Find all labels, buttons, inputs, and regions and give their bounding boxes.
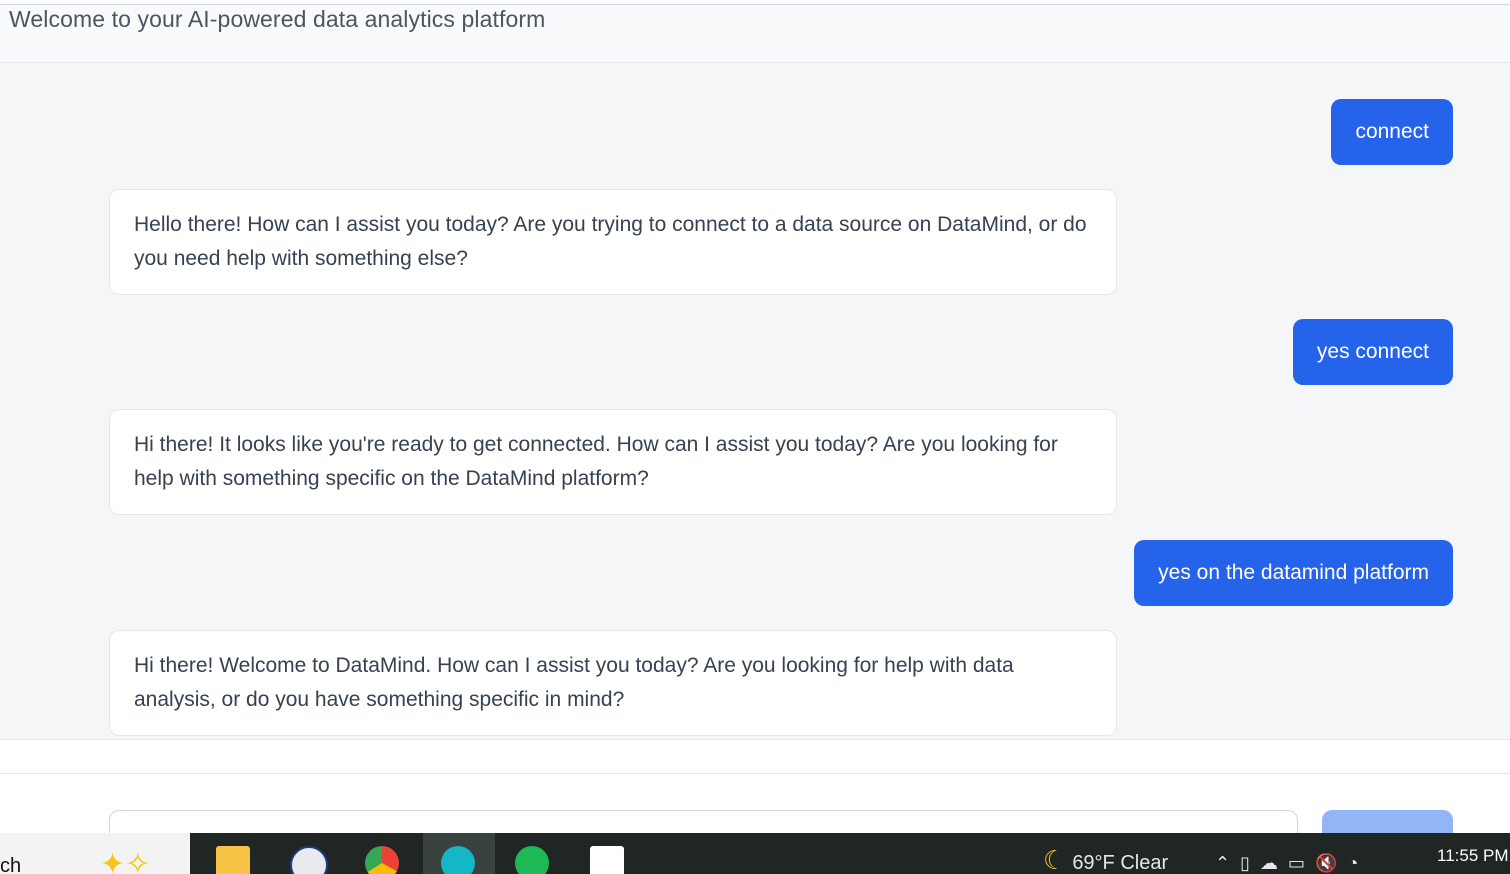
cloud-icon[interactable]: ☁ [1260,853,1288,873]
dhs-seal-icon[interactable] [290,846,328,874]
taskbar-clock[interactable]: 11:55 PM [1437,846,1509,866]
taskbar-search[interactable]: ch ✦✧ [0,833,190,874]
sparkle-icon: ✦✧ [100,848,151,874]
assistant-message: Hi there! Welcome to DataMind. How can I… [109,630,1117,736]
chrome-icon[interactable] [365,846,399,874]
weather-condition: Clear [1120,852,1169,874]
user-message: connect [1331,99,1453,165]
taskbar-search-text: ch [0,855,22,874]
phone-icon[interactable]: ▯ [1240,853,1260,873]
header-subtitle: Welcome to your AI-powered data analytic… [9,6,546,32]
user-message: yes connect [1292,319,1453,385]
file-explorer-icon[interactable] [216,846,250,874]
windows-taskbar: ch ✦✧ ☾ 69°F Clear ⌃▯☁▭🔇◔ 11:55 PM [0,833,1510,874]
chat-input-area [0,739,1510,850]
mute-icon[interactable]: 🔇 [1315,853,1347,873]
wifi-icon[interactable]: ◔ [1347,853,1368,873]
assistant-message: Hello there! How can I assist you today?… [109,189,1117,295]
moon-icon: ☾ [1043,845,1067,874]
system-tray[interactable]: ⌃▯☁▭🔇◔ [1215,853,1368,874]
chevron-up-icon[interactable]: ⌃ [1215,853,1240,873]
assistant-message: Hi there! It looks like you're ready to … [109,409,1117,515]
weather-temp: 69°F [1072,852,1115,874]
input-divider [0,773,1510,774]
app-swirl-icon[interactable] [441,846,475,874]
user-message: yes on the datamind platform [1134,540,1453,606]
chat-messages[interactable]: connect Hello there! How can I assist yo… [0,63,1510,739]
weather-widget[interactable]: ☾ 69°F Clear [1043,845,1168,874]
spotify-icon[interactable] [515,846,549,874]
battery-icon[interactable]: ▭ [1288,853,1315,873]
wix-icon[interactable] [590,846,624,874]
app-header: Welcome to your AI-powered data analytic… [0,5,1510,63]
